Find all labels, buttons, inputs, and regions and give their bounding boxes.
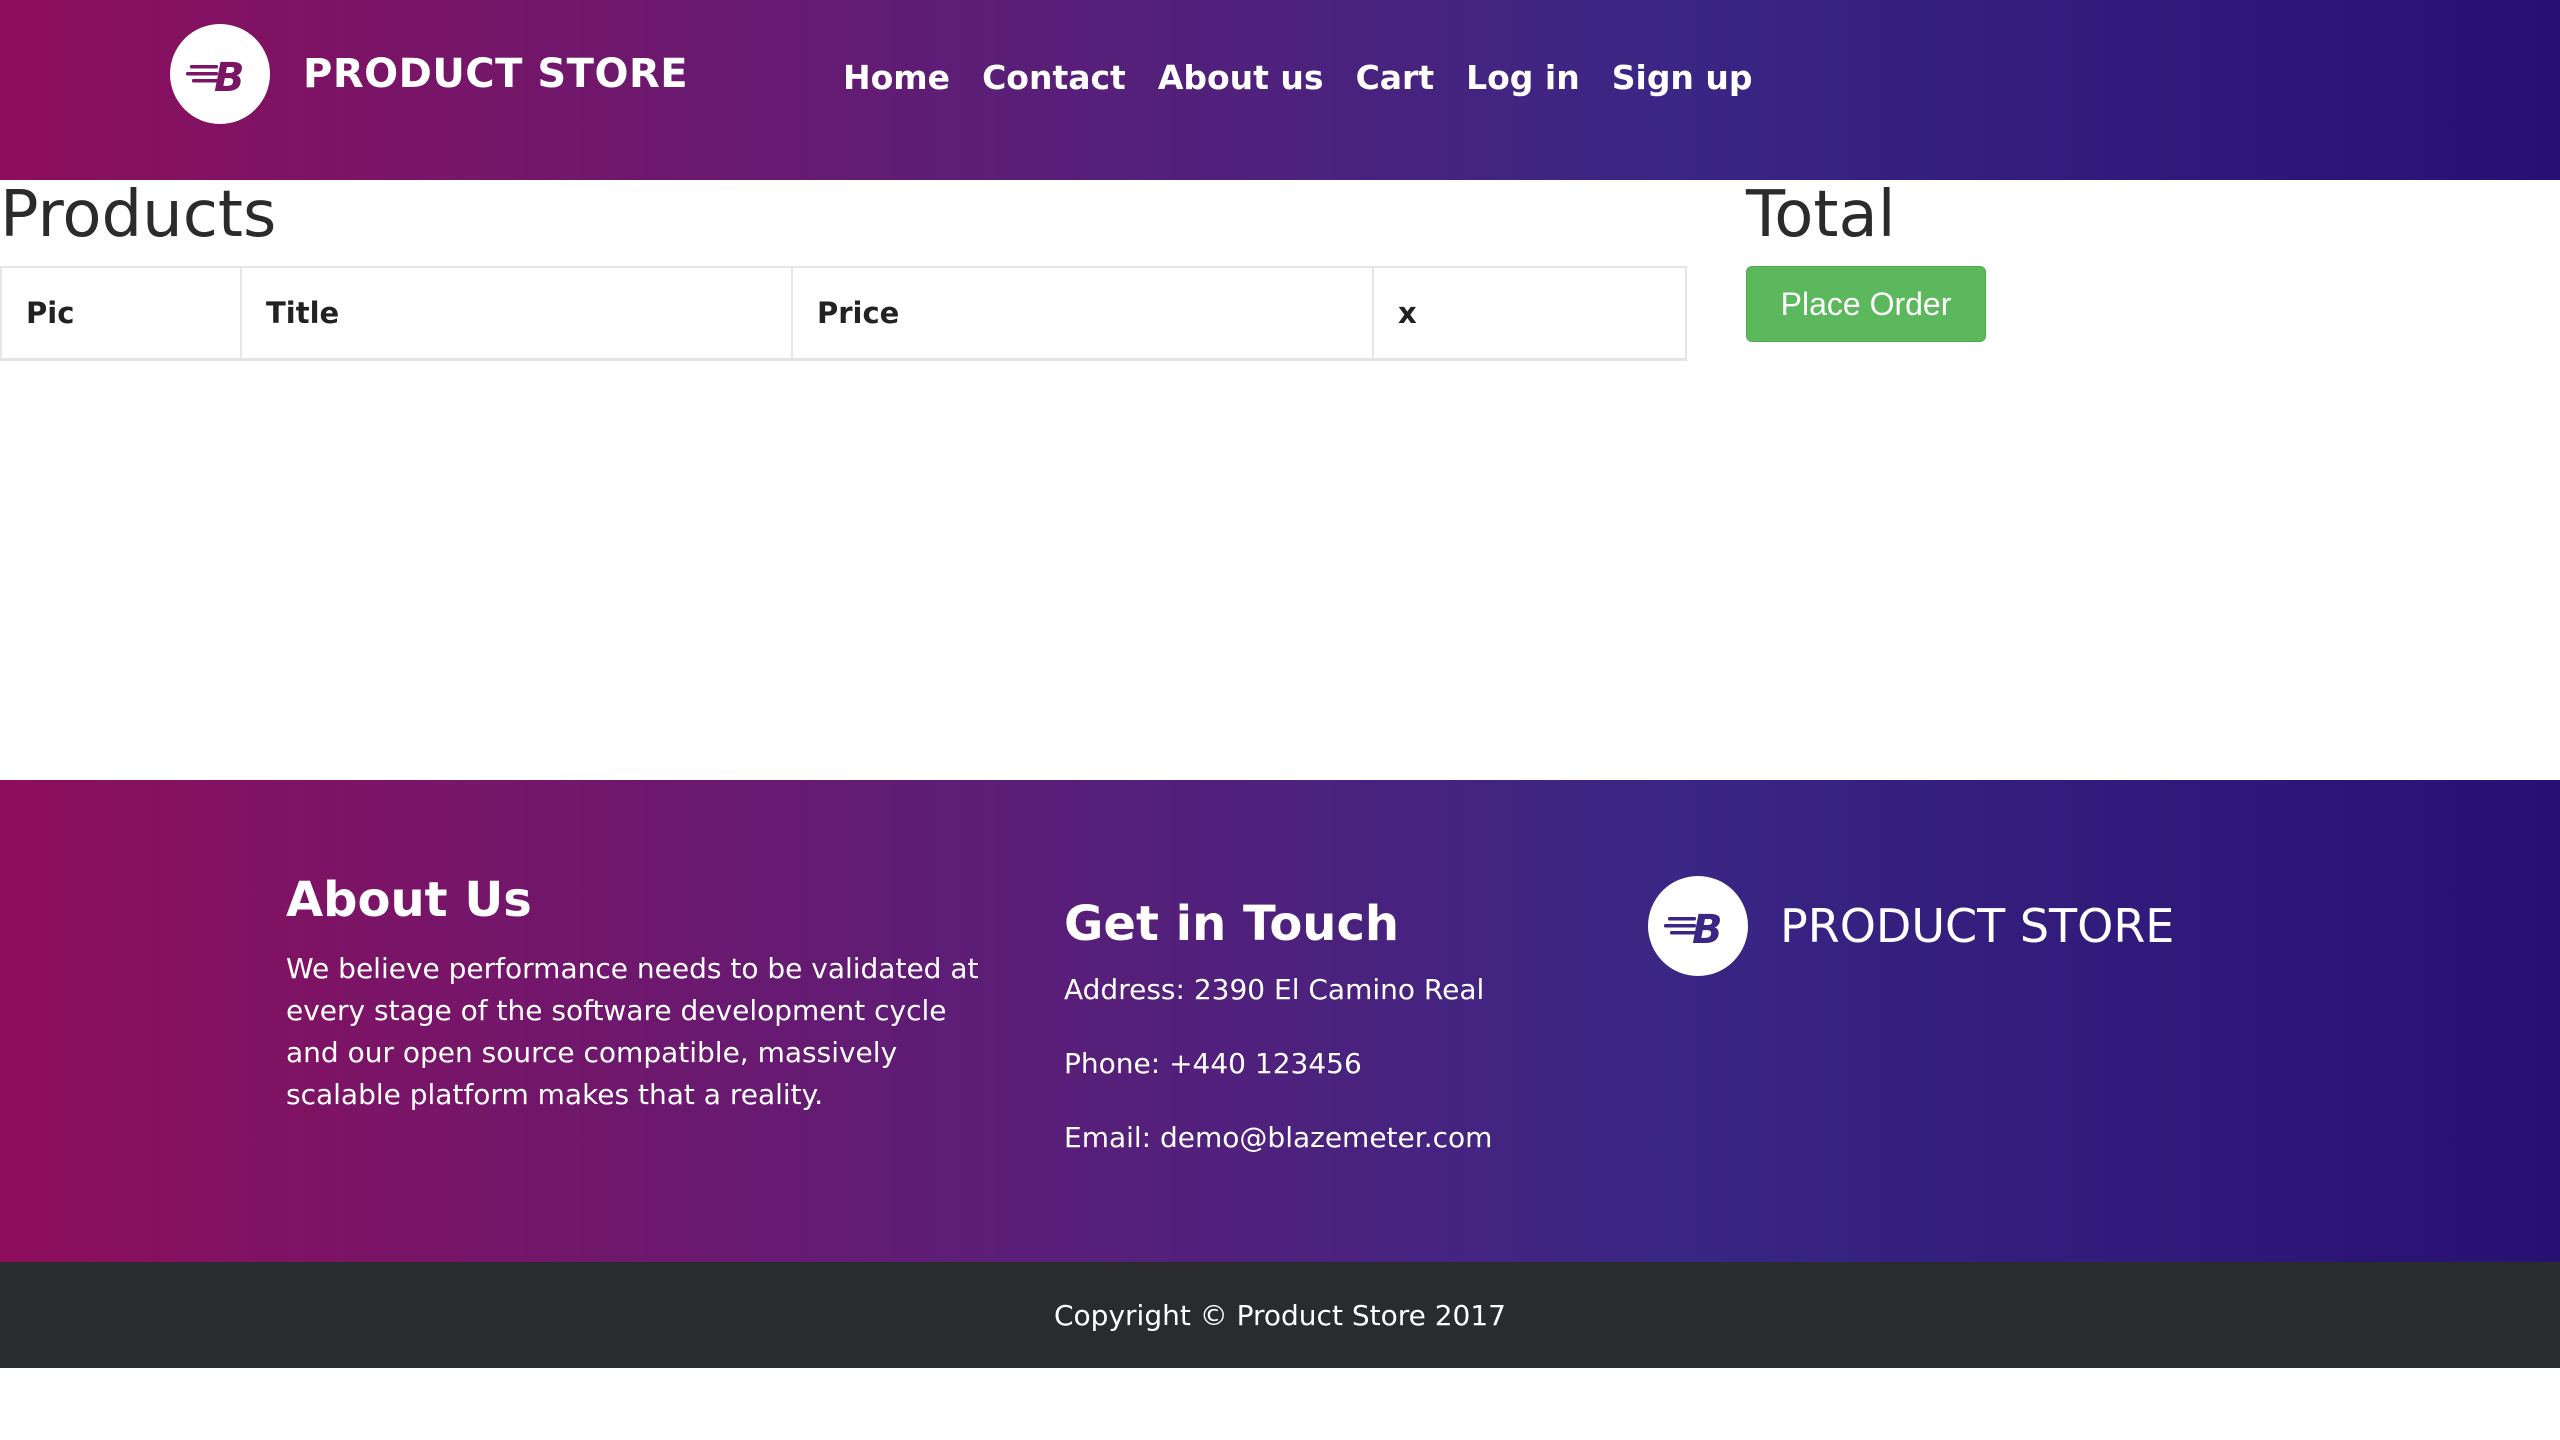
- footer-logo-icon: B: [1648, 876, 1748, 976]
- svg-text:B: B: [1692, 907, 1723, 948]
- nav-contact[interactable]: Contact: [966, 58, 1142, 97]
- table-header-row: Pic Title Price x: [1, 267, 1686, 361]
- nav-home[interactable]: Home: [843, 58, 966, 97]
- nav-about-us[interactable]: About us: [1142, 58, 1340, 97]
- about-us-title: About Us: [286, 872, 532, 928]
- phone-text: Phone: +440 123456: [1064, 1047, 1362, 1080]
- cart-table: Pic Title Price x: [0, 266, 1687, 361]
- footer-brand: B PRODUCT STORE: [1648, 876, 2174, 976]
- brand-name: PRODUCT STORE: [303, 51, 689, 97]
- nav-log-in[interactable]: Log in: [1450, 58, 1596, 97]
- place-order-button[interactable]: Place Order: [1746, 266, 1986, 342]
- get-in-touch-title: Get in Touch: [1064, 896, 1400, 952]
- column-header-delete: x: [1373, 267, 1686, 361]
- logo-icon: B: [170, 24, 270, 124]
- copyright-text: Copyright © Product Store 2017: [1054, 1298, 1506, 1332]
- brand-link[interactable]: B PRODUCT STORE: [170, 24, 688, 124]
- address-text: Address: 2390 El Camino Real: [1064, 973, 1485, 1006]
- navbar: B PRODUCT STORE Home Contact About us Ca…: [0, 0, 2560, 180]
- copyright-bar: Copyright © Product Store 2017: [0, 1262, 2560, 1368]
- footer-brand-name: PRODUCT STORE: [1780, 899, 2175, 953]
- column-header-title: Title: [241, 267, 793, 361]
- nav-sign-up[interactable]: Sign up: [1596, 58, 1769, 97]
- about-us-text: We believe performance needs to be valid…: [286, 952, 979, 1111]
- products-heading: Products: [0, 178, 277, 252]
- total-heading: Total: [1746, 178, 1896, 252]
- nav-menu: Home Contact About us Cart Log in Sign u…: [843, 52, 1769, 102]
- get-in-touch-section: Get in Touch Address: 2390 El Camino Rea…: [1064, 872, 1564, 1196]
- email-text: Email: demo@blazemeter.com: [1064, 1121, 1493, 1154]
- column-header-price: Price: [792, 267, 1374, 361]
- column-header-pic: Pic: [1, 267, 242, 361]
- nav-cart[interactable]: Cart: [1340, 58, 1451, 97]
- footer: About Us We believe performance needs to…: [0, 780, 2560, 1262]
- about-us-section: About Us We believe performance needs to…: [286, 872, 1006, 1116]
- svg-text:B: B: [214, 55, 245, 96]
